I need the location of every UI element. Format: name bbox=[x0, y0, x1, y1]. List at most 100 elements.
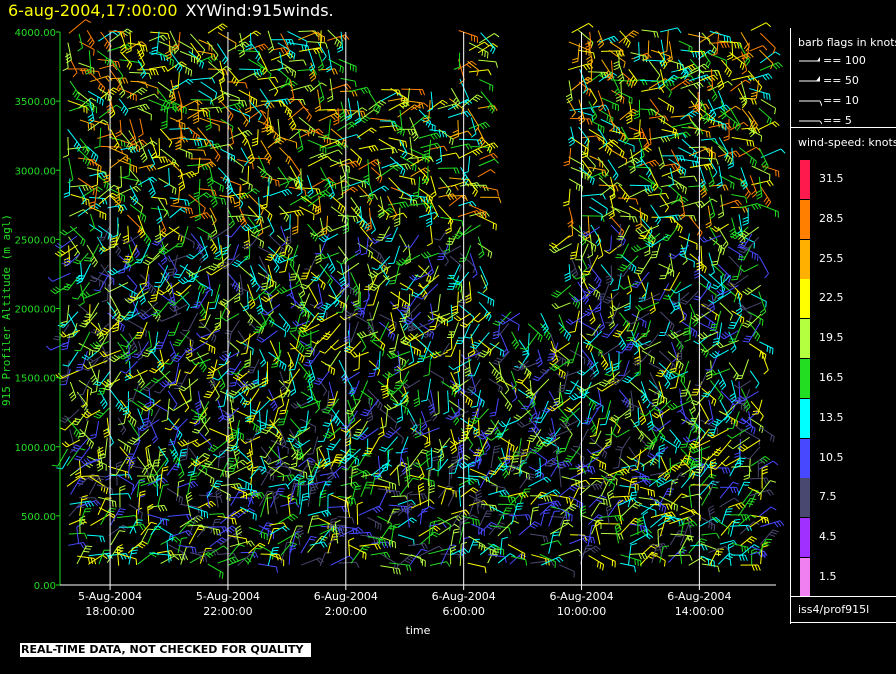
wind-barb-flag bbox=[160, 36, 165, 42]
wind-barb-flag bbox=[358, 527, 364, 532]
wind-barb-shaft bbox=[378, 490, 388, 509]
wind-barb-flag bbox=[324, 422, 331, 425]
wind-barb-flag bbox=[387, 430, 394, 435]
wind-barb-shaft bbox=[68, 19, 86, 34]
wind-barb-flag bbox=[178, 471, 184, 476]
wind-barb-flag bbox=[141, 214, 144, 221]
wind-barb-shaft bbox=[279, 51, 284, 68]
wind-barb-flag bbox=[317, 63, 323, 69]
wind-barb-flag bbox=[352, 300, 359, 303]
wind-barb-flag bbox=[301, 44, 304, 51]
wind-barb-flag bbox=[284, 364, 287, 371]
wind-barb-shaft bbox=[385, 407, 389, 427]
wind-barb-flag bbox=[398, 259, 404, 265]
wind-barb-shaft bbox=[368, 91, 381, 110]
wind-barb-flag bbox=[301, 356, 305, 363]
wind-barb-flag bbox=[299, 293, 306, 299]
wind-barb-flag bbox=[298, 290, 305, 296]
wind-barb-flag bbox=[372, 270, 379, 275]
wind-barb-flag bbox=[219, 184, 222, 191]
wind-barb-shaft bbox=[178, 31, 181, 49]
wind-barb-shaft bbox=[137, 107, 152, 115]
wind-barb-flag bbox=[477, 148, 483, 154]
wind-barb-shaft bbox=[450, 304, 453, 320]
wind-barb-flag bbox=[180, 440, 186, 446]
wind-barb-flag bbox=[287, 246, 291, 253]
wind-barb-flag bbox=[155, 69, 159, 76]
wind-barb-shaft bbox=[78, 252, 89, 265]
wind-barb-shaft bbox=[460, 166, 469, 180]
wind-barb-flag bbox=[226, 372, 233, 376]
wind-barb-flag bbox=[212, 478, 215, 485]
wind-barb-flag bbox=[449, 194, 454, 200]
wind-barb-flag bbox=[423, 149, 430, 153]
wind-barb-flag bbox=[180, 385, 187, 390]
wind-barb-flag bbox=[120, 370, 127, 374]
wind-barb-flag bbox=[220, 198, 224, 205]
wind-barb-flag bbox=[361, 548, 368, 551]
wind-barb-flag bbox=[261, 44, 266, 50]
wind-barb-flag bbox=[142, 261, 149, 266]
wind-barb-flag bbox=[472, 514, 478, 519]
wind-barb-flag bbox=[402, 247, 408, 253]
wind-barb-flag bbox=[407, 129, 411, 136]
wind-barb-shaft bbox=[177, 459, 185, 475]
wind-barb-flag bbox=[172, 201, 179, 205]
wind-barb-flag bbox=[350, 352, 356, 358]
wind-barb-shaft bbox=[429, 129, 446, 133]
wind-barb-flag bbox=[218, 77, 225, 82]
wind-barb-flag bbox=[431, 413, 436, 419]
wind-barb-shaft bbox=[190, 77, 213, 81]
wind-barb-flag bbox=[132, 355, 139, 359]
wind-barb-shaft bbox=[219, 99, 234, 116]
wind-barb-flag bbox=[76, 455, 83, 459]
wind-barb-flag bbox=[219, 571, 221, 578]
wind-barb-flag bbox=[158, 289, 165, 294]
wind-barb-flag bbox=[200, 337, 207, 341]
wind-barb-shaft bbox=[297, 99, 312, 117]
wind-barb-flag bbox=[124, 110, 129, 116]
wind-barb-flag bbox=[61, 348, 68, 351]
wind-barb-flag bbox=[422, 168, 428, 174]
wind-barb-flag bbox=[154, 459, 161, 461]
wind-barb-flag bbox=[111, 356, 117, 361]
wind-barb-flag bbox=[337, 49, 343, 53]
wind-barb-shaft bbox=[340, 77, 356, 82]
wind-barb-flag bbox=[406, 491, 413, 495]
wind-barb-shaft bbox=[148, 34, 164, 42]
wind-barb-flag bbox=[91, 259, 97, 265]
wind-barb-flag bbox=[179, 473, 185, 479]
wind-barb-shaft bbox=[459, 252, 476, 268]
wind-barb-flag bbox=[251, 137, 258, 141]
wind-barb-flag bbox=[350, 287, 352, 294]
wind-barb-shaft bbox=[298, 206, 315, 215]
wind-barb-flag bbox=[413, 136, 419, 142]
wind-barb-flag bbox=[119, 485, 126, 489]
wind-barb-flag bbox=[89, 279, 96, 283]
wind-barb-shaft bbox=[89, 72, 106, 89]
wind-barb-flag bbox=[176, 65, 181, 71]
wind-barb-flag bbox=[243, 401, 248, 408]
wind-barb-flag bbox=[273, 264, 278, 271]
wind-barb-flag bbox=[193, 428, 200, 432]
wind-barb-shaft bbox=[401, 436, 409, 453]
wind-barb-flag bbox=[415, 200, 418, 207]
wind-barb-flag bbox=[388, 326, 395, 331]
wind-barb-flag bbox=[188, 471, 195, 473]
wind-barb-flag bbox=[248, 298, 254, 304]
wind-barb-flag bbox=[451, 456, 458, 459]
wind-barb-flag bbox=[455, 152, 460, 159]
wind-barb-flag bbox=[90, 97, 97, 102]
wind-barb-flag bbox=[422, 426, 428, 431]
wind-barb-flag bbox=[284, 107, 288, 114]
wind-barb-flag bbox=[107, 94, 110, 102]
wind-barb-flag bbox=[283, 213, 288, 220]
wind-barb-flag bbox=[253, 32, 259, 37]
wind-barb-flag bbox=[313, 382, 320, 385]
wind-barb-flag bbox=[361, 107, 368, 112]
wind-barb-flag bbox=[380, 446, 387, 450]
wind-barb-flag bbox=[135, 253, 140, 259]
wind-barb-shaft bbox=[309, 253, 318, 270]
wind-barb-flag bbox=[279, 412, 286, 415]
wind-barb-flag bbox=[293, 402, 299, 408]
